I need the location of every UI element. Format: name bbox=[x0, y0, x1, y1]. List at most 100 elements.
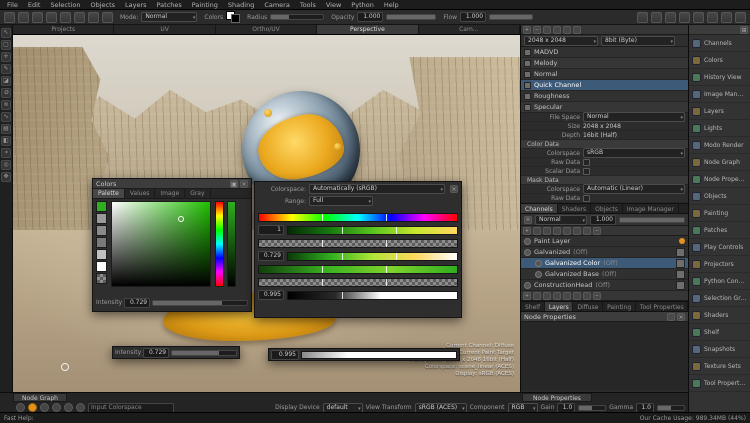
intensity-field[interactable]: 0.729 bbox=[124, 298, 150, 308]
transform-tool-icon[interactable]: ✛ bbox=[1, 52, 11, 62]
palette-button-tool-properties[interactable]: Tool Properties bbox=[689, 375, 750, 392]
gamma-field[interactable]: 1.0 bbox=[636, 403, 654, 413]
intensity-slider[interactable] bbox=[152, 300, 248, 306]
open-project-icon[interactable] bbox=[18, 12, 29, 23]
close-icon[interactable]: × bbox=[240, 180, 248, 188]
bw-ramp[interactable] bbox=[287, 291, 458, 300]
menu-tools[interactable]: Tools bbox=[296, 1, 320, 9]
close-icon[interactable]: × bbox=[450, 185, 458, 193]
menu-file[interactable]: File bbox=[3, 1, 22, 9]
footer-add-group-icon[interactable] bbox=[533, 292, 541, 300]
add-channel-icon[interactable]: + bbox=[523, 26, 531, 34]
ramp-value-field[interactable]: 0.729 bbox=[258, 251, 284, 261]
visibility-icon[interactable] bbox=[524, 249, 531, 256]
tab-palette[interactable]: Palette bbox=[93, 189, 125, 198]
footer-delete-icon[interactable]: − bbox=[593, 292, 601, 300]
dock-tab-channels[interactable]: Channels bbox=[521, 204, 558, 213]
pan-tool-icon[interactable]: ✥ bbox=[1, 172, 11, 182]
palette-button-shaders[interactable]: Shaders bbox=[689, 307, 750, 324]
color-swatch[interactable] bbox=[96, 225, 107, 236]
dock-tab-painting[interactable]: Painting bbox=[603, 302, 636, 311]
palette-button-history-view[interactable]: History View bbox=[689, 69, 750, 86]
ng-grid-icon[interactable] bbox=[64, 403, 73, 412]
mask-layer-icon[interactable] bbox=[583, 227, 591, 235]
tab-perspective[interactable]: Perspective bbox=[317, 25, 418, 34]
gain-field[interactable]: 1.0 bbox=[557, 403, 575, 413]
palette-button-layers[interactable]: Layers bbox=[689, 103, 750, 120]
tab-gray[interactable]: Gray bbox=[185, 189, 210, 198]
paint-tool-icon[interactable]: ✎ bbox=[1, 64, 11, 74]
undo-icon[interactable] bbox=[46, 12, 57, 23]
layer-row[interactable]: Paint Layer bbox=[521, 236, 688, 247]
tab-values[interactable]: Values bbox=[125, 189, 156, 198]
panel-menu-icon[interactable]: ⊞ bbox=[740, 26, 748, 34]
value-gradient-bar[interactable] bbox=[301, 351, 457, 359]
palette-button-selection-groups[interactable]: Selection Groups bbox=[689, 290, 750, 307]
layer-row[interactable]: ConstructionHead (Off) bbox=[521, 280, 688, 291]
blend-mode-dropdown[interactable]: Normal bbox=[535, 215, 587, 225]
lock-channel-icon[interactable] bbox=[573, 26, 581, 34]
value-strip[interactable] bbox=[227, 201, 236, 287]
node-properties-tab[interactable]: Node Properties bbox=[522, 393, 592, 402]
shadow-icon[interactable] bbox=[693, 12, 704, 23]
color-swatch[interactable] bbox=[96, 237, 107, 248]
tab-uv[interactable]: UV bbox=[114, 25, 215, 34]
channel-depth-dropdown[interactable]: 8bit (Byte) bbox=[601, 36, 675, 46]
display-device-dropdown[interactable]: default bbox=[323, 403, 363, 413]
ng-pan-icon[interactable] bbox=[16, 403, 25, 412]
green-ramp[interactable] bbox=[258, 265, 458, 274]
export-channel-icon[interactable] bbox=[563, 26, 571, 34]
cut-icon[interactable] bbox=[74, 12, 85, 23]
copy-icon[interactable] bbox=[88, 12, 99, 23]
green-ramp[interactable] bbox=[287, 226, 458, 235]
palette-button-shelf[interactable]: Shelf bbox=[689, 324, 750, 341]
add-group-icon[interactable] bbox=[533, 227, 541, 235]
flow-slider[interactable] bbox=[489, 14, 533, 20]
ramp-value-field[interactable]: 1 bbox=[258, 225, 284, 235]
footer-adjustment-icon[interactable] bbox=[553, 292, 561, 300]
intensity-popup-field[interactable]: 0.729 bbox=[143, 348, 169, 358]
layer-opacity-field[interactable]: 1.000 bbox=[590, 215, 616, 225]
channel-row-selected[interactable]: Quick Channel bbox=[521, 80, 688, 91]
menu-objects[interactable]: Objects bbox=[86, 1, 119, 9]
channel-row[interactable]: Roughness bbox=[521, 91, 688, 102]
menu-edit[interactable]: Edit bbox=[24, 1, 45, 9]
palette-button-colors[interactable]: Colors bbox=[689, 52, 750, 69]
palette-button-snapshots[interactable]: Snapshots bbox=[689, 341, 750, 358]
tab-image[interactable]: Image bbox=[155, 189, 185, 198]
menu-view[interactable]: View bbox=[322, 1, 345, 9]
redo-icon[interactable] bbox=[60, 12, 71, 23]
menu-selection[interactable]: Selection bbox=[46, 1, 84, 9]
background-color-swatch[interactable] bbox=[231, 14, 240, 23]
pin-icon[interactable] bbox=[667, 313, 675, 321]
value-popup-field[interactable]: 0.995 bbox=[271, 350, 299, 360]
save-icon[interactable] bbox=[32, 12, 43, 23]
palette-button-image-manager[interactable]: Image Manager bbox=[689, 86, 750, 103]
visibility-icon[interactable] bbox=[535, 271, 542, 278]
dock-tab-shelf[interactable]: Shelf bbox=[521, 302, 545, 311]
ng-settings-icon[interactable] bbox=[76, 403, 85, 412]
grid-icon[interactable] bbox=[651, 12, 662, 23]
dock-tab-tool-properties[interactable]: Tool Properties bbox=[636, 302, 688, 311]
new-project-icon[interactable] bbox=[4, 12, 15, 23]
clone-tool-icon[interactable]: ⧉ bbox=[1, 88, 11, 98]
color-swatch[interactable] bbox=[96, 249, 107, 260]
blur-tool-icon[interactable]: ≋ bbox=[1, 100, 11, 110]
merge-layer-icon[interactable] bbox=[573, 227, 581, 235]
color-swatch[interactable] bbox=[96, 213, 107, 224]
eyedropper-tool-icon[interactable]: ⌖ bbox=[1, 148, 11, 158]
menu-shading[interactable]: Shading bbox=[224, 1, 258, 9]
menu-patches[interactable]: Patches bbox=[153, 1, 186, 9]
input-colorspace-field[interactable]: Input Colorspace bbox=[88, 403, 174, 413]
view-transform-dropdown[interactable]: sRGB (ACES) bbox=[415, 403, 467, 413]
palette-button-modo-render[interactable]: Modo Render bbox=[689, 137, 750, 154]
palette-button-channels[interactable]: Channels bbox=[689, 35, 750, 52]
intensity-popup-slider[interactable] bbox=[171, 350, 237, 356]
visibility-icon[interactable] bbox=[535, 260, 542, 267]
erase-tool-icon[interactable]: ◪ bbox=[1, 76, 11, 86]
opacity-field[interactable]: 1.000 bbox=[357, 12, 383, 22]
tab-projects[interactable]: Projects bbox=[13, 25, 114, 34]
palette-button-texture-sets[interactable]: Texture Sets bbox=[689, 358, 750, 375]
layer-opacity-slider[interactable] bbox=[619, 217, 685, 223]
tab-cam[interactable]: Cam... bbox=[419, 25, 520, 34]
